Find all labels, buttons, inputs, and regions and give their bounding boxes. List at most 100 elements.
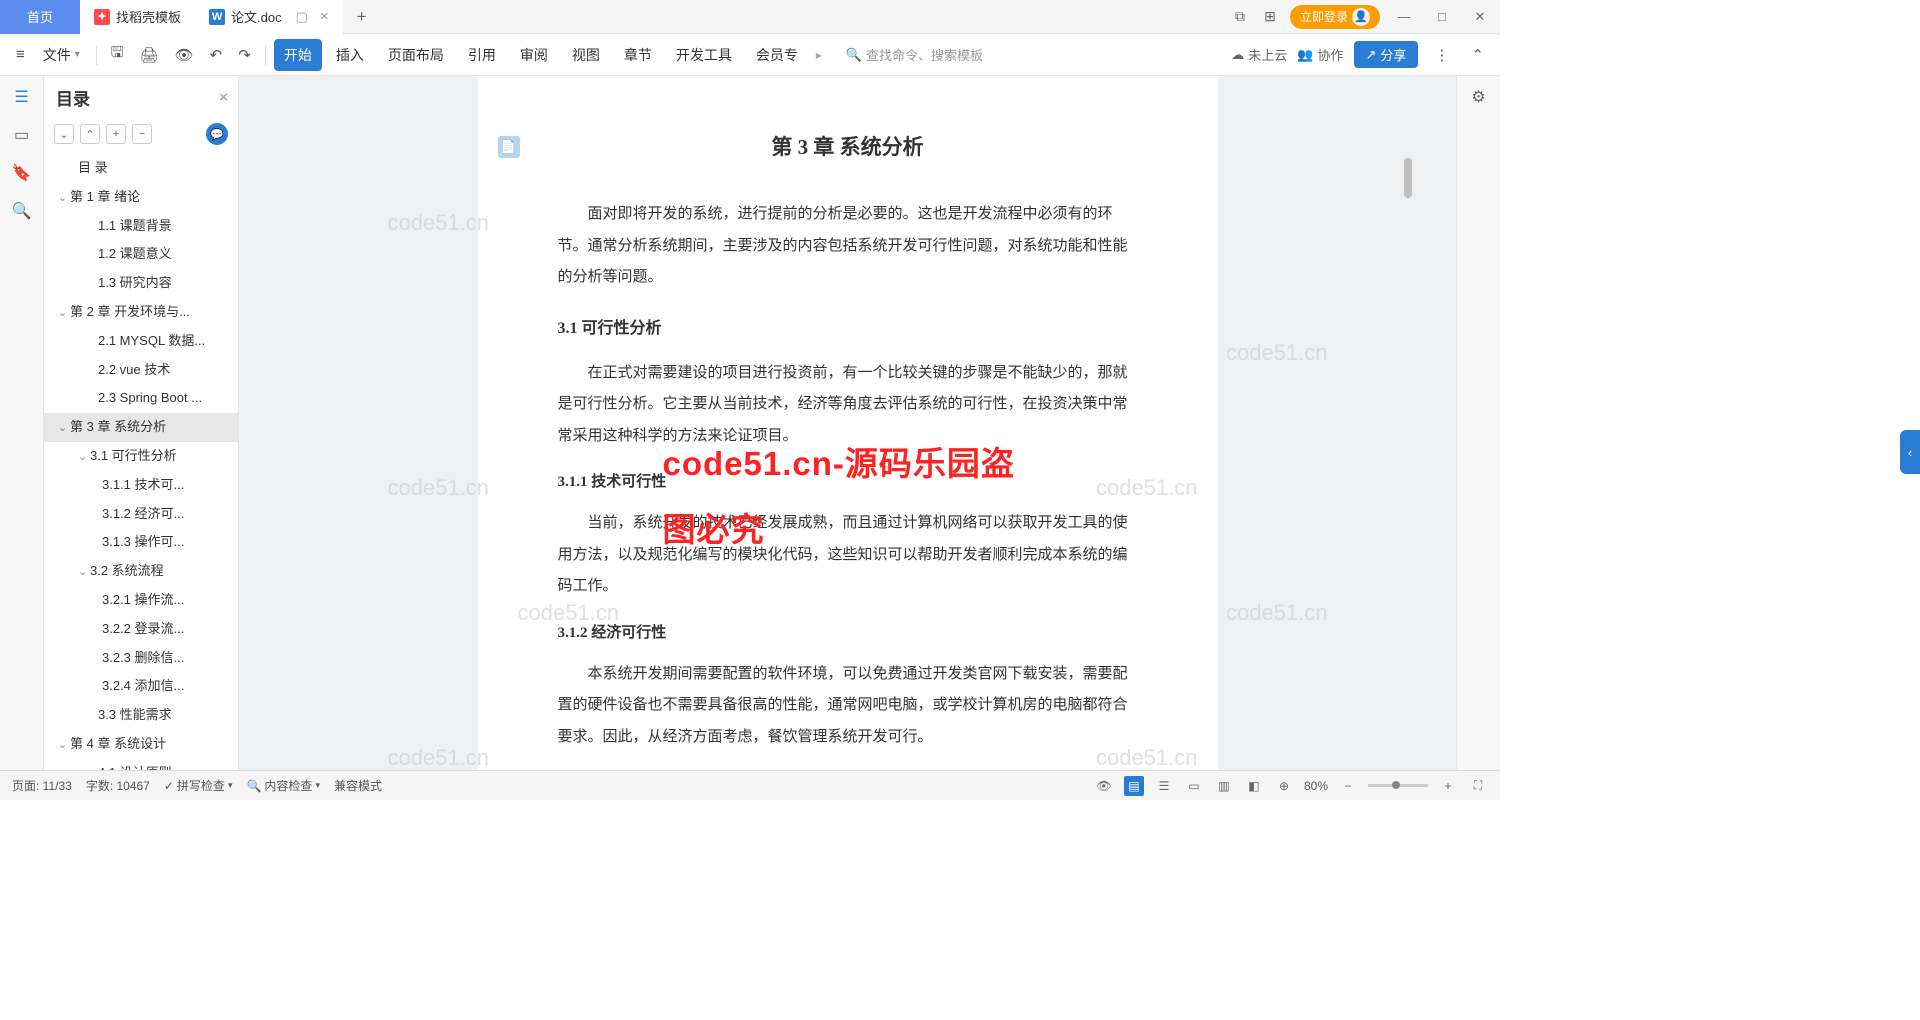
undo-icon[interactable]: ↶ <box>204 42 229 68</box>
toc-item[interactable]: 3.2.1 操作流... <box>44 586 238 615</box>
check-icon: 🔍 <box>246 779 261 793</box>
toc-item[interactable]: 3.1.2 经济可... <box>44 500 238 529</box>
zoom-in-icon[interactable]: + <box>1438 776 1458 796</box>
menu-member[interactable]: 会员专 <box>746 39 808 71</box>
menu-start[interactable]: 开始 <box>274 39 322 71</box>
page-indicator[interactable]: 页面: 11/33 <box>12 777 72 794</box>
toc-item[interactable]: 4.1 设计原则 <box>44 759 238 770</box>
scroll-thumb[interactable] <box>1404 158 1412 198</box>
nav-outline-icon[interactable]: ☰ <box>11 86 33 108</box>
menu-reference[interactable]: 引用 <box>458 39 506 71</box>
watermark: code51.cn <box>1226 591 1328 635</box>
toc-label: 3.2.1 操作流... <box>102 592 184 607</box>
file-menu[interactable]: 文件 ▾ <box>35 41 88 69</box>
compat-mode[interactable]: 兼容模式 <box>334 777 382 794</box>
toc-item[interactable]: 2.2 vue 技术 <box>44 356 238 385</box>
zoom-level[interactable]: 80% <box>1304 779 1328 793</box>
tab-template[interactable]: ✦ 找稻壳模板 <box>80 0 195 34</box>
menu-chapter[interactable]: 章节 <box>614 39 662 71</box>
toc-item[interactable]: 1.3 研究内容 <box>44 269 238 298</box>
toc-item[interactable]: ⌄第 3 章 系统分析 <box>44 413 238 442</box>
spellcheck-button[interactable]: ✓拼写检查 ▾ <box>164 777 233 794</box>
toc-item[interactable]: 3.2.2 登录流... <box>44 615 238 644</box>
tab-home[interactable]: 首页 <box>0 0 80 34</box>
zoom-dropdown-icon[interactable]: ⊕ <box>1274 776 1294 796</box>
word-count[interactable]: 字数: 10467 <box>86 777 150 794</box>
cloud-status[interactable]: ☁未上云 <box>1231 45 1287 64</box>
toc-item[interactable]: 目 录 <box>44 154 238 183</box>
toc-item[interactable]: ⌄第 4 章 系统设计 <box>44 730 238 759</box>
chat-icon[interactable]: 💬 <box>206 123 228 145</box>
toc-item[interactable]: ⌄第 2 章 开发环境与... <box>44 298 238 327</box>
layout-icon[interactable]: ⧉ <box>1230 7 1250 27</box>
command-search[interactable]: 🔍 查找命令、搜索模板 <box>838 41 991 68</box>
toc-item[interactable]: ⌄第 1 章 绪论 <box>44 183 238 212</box>
preview-icon[interactable]: 👁 <box>169 42 200 68</box>
tab-screen-icon[interactable]: ▢ <box>296 9 308 25</box>
toc-item[interactable]: 3.3 性能需求 <box>44 701 238 730</box>
toc-item[interactable]: 1.2 课题意义 <box>44 240 238 269</box>
paragraph: 面对即将开发的系统，进行提前的分析是必要的。这也是开发流程中必须有的环节。通常分… <box>558 198 1138 293</box>
save-icon[interactable]: 🖫 <box>105 38 130 71</box>
toc-item[interactable]: 2.3 Spring Boot ... <box>44 384 238 413</box>
close-button[interactable]: ✕ <box>1466 3 1494 31</box>
menu-layout[interactable]: 页面布局 <box>378 39 454 71</box>
toc-item[interactable]: ⌄3.1 可行性分析 <box>44 442 238 471</box>
toc-item[interactable]: 3.2.4 添加信... <box>44 672 238 701</box>
toc-item[interactable]: 1.1 课题背景 <box>44 212 238 241</box>
view-focus-icon[interactable]: ◧ <box>1244 776 1264 796</box>
collab-button[interactable]: 👥协作 <box>1297 45 1343 64</box>
toc-item[interactable]: ⌄3.2 系统流程 <box>44 557 238 586</box>
toc-item[interactable]: 3.1.1 技术可... <box>44 471 238 500</box>
login-button[interactable]: 立即登录 👤 <box>1290 5 1380 29</box>
zoom-out-icon[interactable]: − <box>1338 776 1358 796</box>
tab-close-icon[interactable]: × <box>320 8 329 25</box>
fullscreen-icon[interactable]: ⛶ <box>1468 776 1488 796</box>
table-of-contents: 目 录⌄第 1 章 绪论1.1 课题背景1.2 课题意义1.3 研究内容⌄第 2… <box>44 150 238 770</box>
toc-item[interactable]: 3.1.3 操作可... <box>44 528 238 557</box>
big-watermark: code51.cn-源码乐园盗图必究 <box>663 431 1033 563</box>
add-icon[interactable]: + <box>106 124 126 144</box>
menu-devtools[interactable]: 开发工具 <box>666 39 742 71</box>
scrollbar[interactable] <box>1400 156 1414 740</box>
maximize-button[interactable]: □ <box>1428 3 1456 31</box>
sidebar-close-icon[interactable]: × <box>219 89 228 106</box>
zoom-slider[interactable] <box>1368 784 1428 787</box>
print-icon[interactable]: 🖨 <box>134 42 165 68</box>
right-drawer-tab[interactable]: ‹ <box>1900 430 1920 474</box>
view-read-icon[interactable]: ▭ <box>1184 776 1204 796</box>
view-outline-icon[interactable]: ☰ <box>1154 776 1174 796</box>
menu-insert[interactable]: 插入 <box>326 39 374 71</box>
nav-pages-icon[interactable]: ▭ <box>11 124 33 146</box>
minimize-button[interactable]: — <box>1390 3 1418 31</box>
eye-icon[interactable]: 👁 <box>1094 776 1114 796</box>
menu-more-icon[interactable]: ▸ <box>812 48 826 62</box>
toc-label: 3.2.4 添加信... <box>102 678 184 693</box>
apps-icon[interactable]: ⊞ <box>1260 7 1280 27</box>
share-button[interactable]: ↗分享 <box>1354 41 1419 68</box>
menu-view[interactable]: 视图 <box>562 39 610 71</box>
template-icon: ✦ <box>94 9 110 25</box>
redo-icon[interactable]: ↷ <box>232 42 257 68</box>
collapse-icon[interactable]: ⌃ <box>1465 42 1490 68</box>
toc-item[interactable]: 3.2.3 删除信... <box>44 644 238 673</box>
content-check-button[interactable]: 🔍内容检查 ▾ <box>246 777 320 794</box>
toc-item[interactable]: 2.1 MYSQL 数据... <box>44 327 238 356</box>
nav-settings-icon[interactable]: ⚙ <box>1468 86 1490 108</box>
remove-icon[interactable]: − <box>132 124 152 144</box>
nav-bookmark-icon[interactable]: 🔖 <box>11 162 33 184</box>
document-area[interactable]: 📄 code51.cn code51.cn code51.cn code51.c… <box>239 76 1456 770</box>
view-web-icon[interactable]: ▥ <box>1214 776 1234 796</box>
tab-document[interactable]: W 论文.doc ▢ × <box>195 0 343 34</box>
view-page-icon[interactable]: ▤ <box>1124 776 1144 796</box>
menu-review[interactable]: 审阅 <box>510 39 558 71</box>
expand-all-icon[interactable]: ⌃ <box>80 124 100 144</box>
zoom-thumb[interactable] <box>1392 781 1400 789</box>
watermark: code51.cn <box>1226 331 1328 375</box>
collapse-all-icon[interactable]: ⌄ <box>54 124 74 144</box>
hamburger-icon[interactable]: ≡ <box>10 42 31 67</box>
new-tab-button[interactable]: + <box>343 7 381 27</box>
more-icon[interactable]: ⋮ <box>1428 42 1455 68</box>
nav-search-icon[interactable]: 🔍 <box>11 200 33 222</box>
page-marker-icon[interactable]: 📄 <box>498 136 520 158</box>
